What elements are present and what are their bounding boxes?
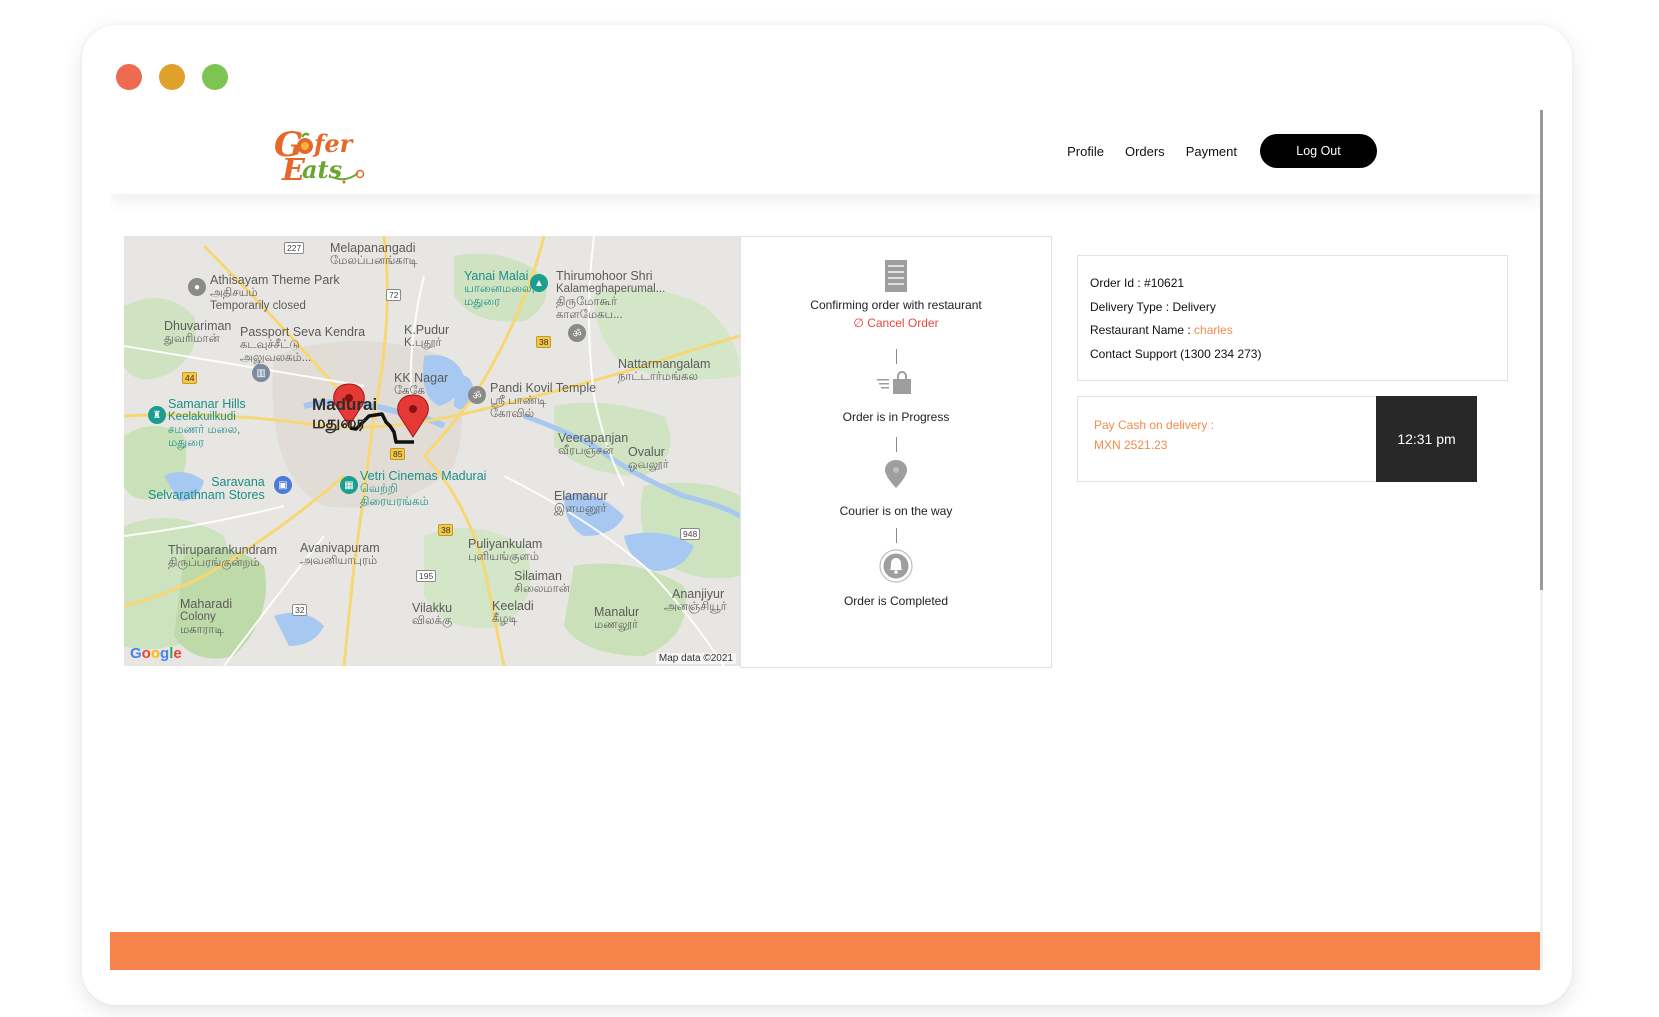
logout-button[interactable]: Log Out [1260, 134, 1377, 168]
step-in-progress: Order is in Progress [741, 371, 1051, 424]
google-logo: Google [130, 645, 182, 662]
window-controls [116, 64, 228, 90]
road-shield: 227 [284, 242, 305, 254]
road-shield: 85 [390, 448, 406, 460]
park-icon[interactable]: ♜ [148, 406, 166, 424]
map-place-label: Keeladi கீழடி [492, 599, 534, 626]
map-place-label: Manalur மணலூர் [594, 605, 640, 632]
site-header: G fer E ats Profile Orders Payment Log O… [110, 110, 1540, 194]
payment-card: Pay Cash on delivery : MXN 2521.23 12:31… [1077, 396, 1477, 482]
nav-link-profile[interactable]: Profile [1067, 144, 1104, 159]
map-city-label: Madurai மதுரை [312, 395, 378, 432]
receipt-icon [885, 260, 907, 292]
gofer-eats-logo[interactable]: G fer E ats [272, 122, 382, 188]
road-shield: 72 [386, 289, 402, 301]
map-place-label: Dhuvariman துவரிமான் [164, 319, 232, 346]
road-shield: 32 [292, 604, 308, 616]
map-place-label: Passport Seva Kendra கடவுச்சீட்டு அலுவலகம்… [240, 325, 366, 365]
map-place-label: Samanar Hills Keelakuilkudi சமணர் மலை, மதுர… [168, 397, 246, 450]
maximize-window-button[interactable] [202, 64, 228, 90]
temple-icon[interactable]: ॐ [568, 324, 586, 342]
shopping-icon[interactable]: ▣ [274, 476, 292, 494]
step-confirming: Confirming order with restaurant ∅ Cance… [741, 259, 1051, 330]
park-icon[interactable]: ▲ [530, 274, 548, 292]
cinema-icon[interactable]: ▦ [340, 476, 358, 494]
map-pin-icon [885, 460, 907, 488]
step-label: Order is Completed [843, 594, 949, 608]
map-place-label: Melapanangadi மேலப்பனங்காடி [330, 241, 418, 268]
government-building-icon[interactable]: ▥ [252, 364, 270, 382]
map-place-label: Elamanur இளமனூர் [554, 489, 608, 516]
place-pin-icon[interactable]: ● [188, 278, 206, 296]
map-place-label: Maharadi Colony மகாராடி [180, 597, 233, 637]
restaurant-name-row: Restaurant Name : charles [1090, 323, 1233, 337]
step-on-the-way: Courier is on the way [741, 459, 1051, 518]
payment-details: Pay Cash on delivery : MXN 2521.23 [1094, 415, 1214, 455]
contact-support-row: Contact Support (1300 234 273) [1090, 346, 1262, 361]
cancel-order-button[interactable]: ∅ Cancel Order [741, 316, 1051, 330]
step-label: Courier is on the way [839, 504, 953, 518]
page-viewport: G fer E ats Profile Orders Payment Log O… [110, 110, 1540, 970]
step-completed: Order is Completed [741, 549, 1051, 608]
minimize-window-button[interactable] [159, 64, 185, 90]
bell-icon [879, 549, 913, 583]
map-place-label: K.Pudur K.புதூர் [404, 323, 450, 350]
logo-graphic: G fer E ats [274, 125, 365, 188]
map-place-label: Yanai Malai யானைமலை, மதுரை [464, 269, 535, 309]
svg-text:ats: ats [302, 155, 343, 184]
map-place-label: Veerapanjan வீரபஞ்சன் [558, 431, 629, 458]
cancel-icon: ∅ [853, 316, 868, 330]
main-nav: Profile Orders Payment Log Out [1067, 134, 1377, 168]
shopping-bag-icon [877, 371, 911, 394]
road-shield: 948 [680, 528, 701, 540]
step-connector [896, 437, 897, 452]
order-status-tracker: Confirming order with restaurant ∅ Cance… [740, 236, 1052, 668]
map-place-label: Ovalur ஒவலூர் [628, 445, 669, 472]
scrollbar-thumb[interactable] [1540, 110, 1543, 590]
map-place-label: Puliyankulam புளியங்குளம் [468, 537, 543, 564]
order-time: 12:31 pm [1376, 396, 1477, 482]
step-connector [896, 528, 897, 543]
map-place-label: Silaiman சிலைமான் [514, 569, 570, 596]
map-place-label: Ananjiyur அனஞ்சியூர் [664, 587, 727, 614]
step-connector [896, 349, 897, 364]
payment-method: Pay Cash on delivery : [1094, 418, 1215, 432]
map-place-label: Athisayam Theme Park அதிசயம் Temporarily c… [210, 273, 340, 313]
road-shield: 38 [536, 336, 552, 348]
step-label: Order is in Progress [842, 410, 950, 424]
order-info-card: Order Id : #10621 Delivery Type : Delive… [1077, 255, 1508, 381]
road-shield: 38 [438, 524, 454, 536]
map-place-label: Pandi Kovil Temple ஸ்ரீ பாண்டி கோவில் [490, 381, 597, 421]
order-id-value: #10621 [1144, 276, 1185, 290]
map-place-label: Nattarmangalam நாட்டார்மங்கல [618, 357, 711, 384]
footer-band [110, 932, 1540, 970]
road-shield: 195 [416, 570, 437, 582]
delivery-type-value: Delivery [1172, 299, 1216, 314]
restaurant-name-link[interactable]: charles [1194, 323, 1233, 337]
support-phone[interactable]: (1300 234 273) [1180, 347, 1261, 361]
map-place-label: Vetri Cinemas Madurai வெற்றி திரையரங்கம் [360, 469, 487, 509]
map-place-label: KK Nagar கேகே [394, 371, 449, 398]
order-id-row: Order Id : #10621 [1090, 276, 1185, 290]
map-place-label: Avanivapuram அவனியாபுரம் [300, 541, 380, 568]
map-place-label: Vilakku விலக்கு [412, 601, 453, 628]
map-place-label: Saravana Selvarathnam Stores [148, 475, 265, 502]
road-shield: 44 [182, 372, 198, 384]
svg-text:fer: fer [312, 129, 355, 158]
step-label: Confirming order with restaurant [810, 298, 982, 312]
temple-icon[interactable]: ॐ [468, 386, 486, 404]
nav-link-orders[interactable]: Orders [1125, 144, 1165, 159]
delivery-map[interactable]: 227 72 38 44 85 38 948 195 32 Melapanang… [124, 236, 740, 666]
delivery-type-row: Delivery Type : Delivery [1090, 299, 1216, 314]
page-scrollbar[interactable] [1540, 110, 1543, 970]
map-place-label: Thirumohoor Shri Kalameghaperumal... திரும… [556, 269, 666, 322]
close-window-button[interactable] [116, 64, 142, 90]
map-attribution[interactable]: Map data ©2021 [655, 653, 736, 664]
map-place-label: Thiruparankundram திருப்பரங்குன்றம் [168, 543, 278, 570]
nav-link-payment[interactable]: Payment [1186, 144, 1237, 159]
payment-amount: MXN 2521.23 [1094, 438, 1168, 452]
